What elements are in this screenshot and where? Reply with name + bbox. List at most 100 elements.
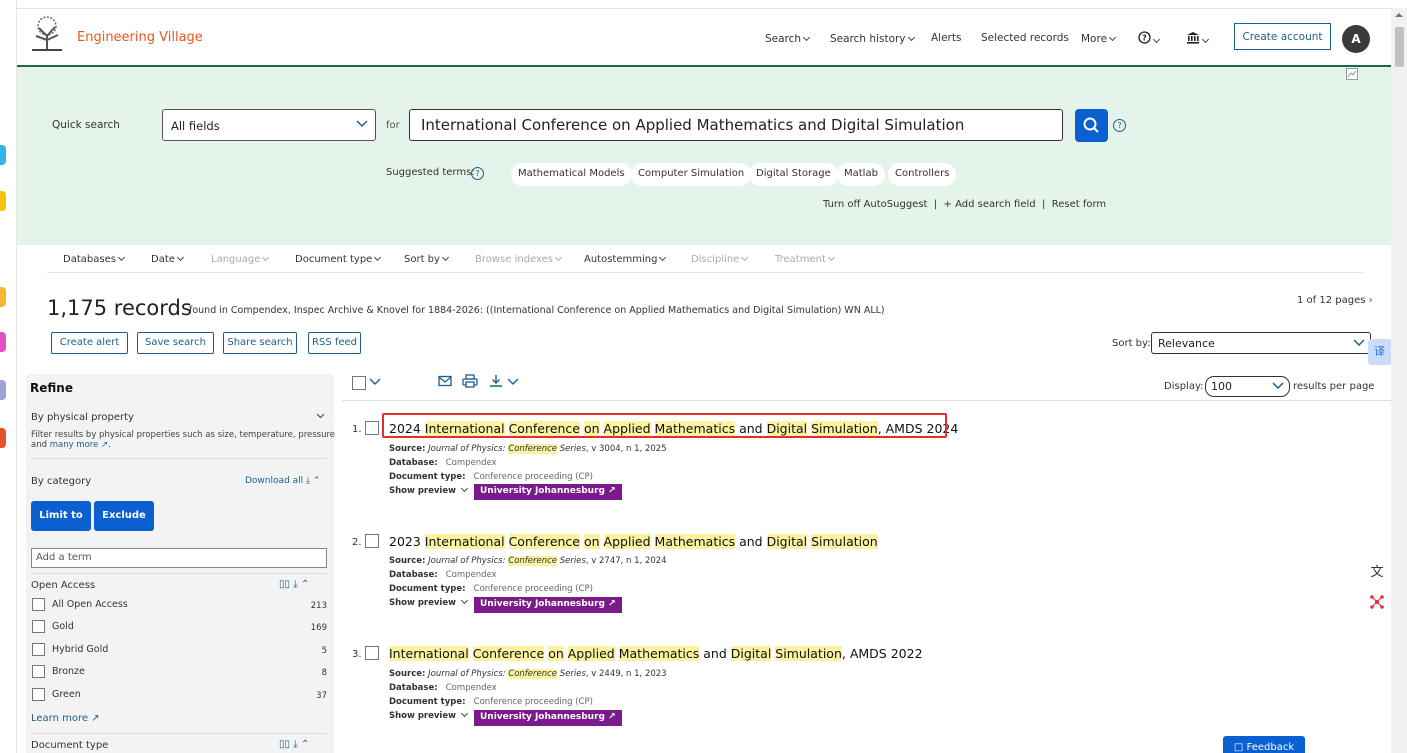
learn-more-link[interactable]: Learn more ↗ — [31, 713, 100, 724]
rss-feed-button[interactable]: RSS feed — [308, 332, 361, 354]
nav-search-history[interactable]: Search history — [830, 33, 915, 45]
scrollbar-thumb[interactable] — [1395, 27, 1404, 67]
suggested-term-chip[interactable]: Matlab — [837, 163, 885, 186]
show-preview-toggle[interactable]: Show preview — [389, 596, 468, 608]
show-preview-toggle[interactable]: Show preview — [389, 709, 468, 721]
dock-app-icon[interactable] — [0, 428, 6, 448]
chevron-down-icon — [741, 253, 749, 262]
university-access-badge[interactable]: University Johannesburg ↗ — [474, 597, 622, 613]
suggested-term-chip[interactable]: Controllers — [888, 163, 957, 186]
university-access-badge[interactable]: University Johannesburg ↗ — [474, 710, 622, 726]
show-preview-toggle[interactable]: Show preview — [389, 484, 468, 496]
sort-select[interactable]: Relevance — [1151, 332, 1371, 354]
oa-bronze-label: Bronze — [52, 666, 85, 677]
ai-assistant-icon[interactable] — [1369, 594, 1385, 610]
suggested-help-icon[interactable]: ? — [471, 167, 484, 180]
title-highlighted-term: International — [424, 534, 505, 549]
search-field-select[interactable]: All fields — [162, 109, 376, 141]
result-checkbox[interactable] — [365, 646, 379, 660]
limit-to-button[interactable]: Limit to — [31, 501, 91, 531]
select-all-checkbox[interactable] — [352, 376, 366, 390]
filter-discipline[interactable]: Discipline — [691, 253, 749, 265]
chart-icon[interactable]: ▯▯ — [279, 739, 290, 750]
exclude-button[interactable]: Exclude — [94, 501, 154, 531]
download-icon[interactable] — [489, 374, 503, 388]
suggested-term-chip[interactable]: Mathematical Models — [511, 163, 632, 186]
translate-tool-icon[interactable]: 文 — [1368, 561, 1386, 580]
chevron-up-icon[interactable]: ⌃ — [301, 739, 309, 750]
oa-all-checkbox[interactable] — [32, 598, 45, 611]
create-account-button[interactable]: Create account — [1234, 23, 1331, 50]
filter-document-type[interactable]: Document type — [295, 253, 382, 265]
nav-alerts[interactable]: Alerts — [931, 32, 961, 44]
external-link-icon: ↗ — [608, 712, 616, 722]
university-access-badge[interactable]: University Johannesburg ↗ — [474, 484, 622, 500]
filter-databases[interactable]: Databases — [63, 253, 125, 265]
filter-language[interactable]: Language — [211, 253, 270, 265]
oa-gold-count: 169 — [310, 623, 327, 633]
oa-green-checkbox[interactable] — [32, 688, 45, 701]
download-icon[interactable]: ⤓ — [293, 579, 297, 590]
search-input[interactable]: International Conference on Applied Math… — [409, 109, 1063, 141]
dock-app-icon[interactable] — [0, 145, 6, 165]
reset-form-link[interactable]: Reset form — [1052, 199, 1106, 210]
translate-icon[interactable]: 译 — [1368, 339, 1391, 365]
chevron-down-icon — [1108, 33, 1117, 42]
email-icon[interactable] — [438, 375, 452, 387]
filter-autostemming[interactable]: Autostemming — [584, 253, 667, 265]
chevron-right-icon[interactable]: › — [1369, 295, 1373, 306]
share-search-button[interactable]: Share search — [223, 332, 297, 354]
create-alert-button[interactable]: Create alert — [51, 332, 128, 354]
nav-more[interactable]: More — [1081, 33, 1117, 45]
chart-icon[interactable]: ▯▯ — [279, 579, 290, 590]
dock-app-icon[interactable] — [0, 191, 6, 211]
chevron-up-icon[interactable]: ⌃ — [301, 579, 309, 590]
print-icon[interactable] — [462, 374, 478, 388]
download-all-link[interactable]: Download all ⤓ ⌃ — [245, 476, 320, 486]
add-term-input[interactable]: Add a term — [31, 548, 327, 568]
many-more-link[interactable]: many more — [50, 440, 99, 450]
nav-selected-records[interactable]: Selected records — [981, 32, 1069, 44]
result-checkbox[interactable] — [365, 534, 379, 548]
filter-sort-by[interactable]: Sort by — [404, 253, 449, 265]
result-checkbox[interactable] — [365, 421, 379, 435]
filter-browse-indexes[interactable]: Browse indexes — [475, 253, 563, 265]
oa-bronze-checkbox[interactable] — [32, 665, 45, 678]
search-options-links: Turn off AutoSuggest | + Add search fiel… — [823, 199, 1107, 210]
oa-hybrid-gold-checkbox[interactable] — [32, 643, 45, 656]
result-database: Database: Compendex — [389, 458, 497, 468]
dock-app-icon[interactable] — [0, 380, 6, 400]
suggested-term-chip[interactable]: Digital Storage — [749, 163, 838, 186]
search-button[interactable] — [1075, 109, 1108, 142]
scroll-up-icon[interactable] — [1391, 8, 1407, 22]
chevron-down-icon[interactable] — [316, 413, 325, 419]
help-menu[interactable]: ? — [1138, 31, 1161, 47]
avatar[interactable]: A — [1342, 25, 1370, 53]
search-help-icon[interactable]: ? — [1113, 119, 1126, 132]
display-select[interactable]: 100 — [1205, 376, 1290, 397]
dock-app-icon[interactable] — [0, 287, 6, 307]
filter-treatment[interactable]: Treatment — [775, 253, 835, 265]
physical-property-heading[interactable]: By physical property — [31, 412, 134, 423]
pagination[interactable]: 1 of 12 pages › — [1297, 295, 1373, 306]
turn-off-autosuggest-link[interactable]: Turn off AutoSuggest — [823, 199, 927, 210]
download-icon[interactable]: ⤓ — [293, 739, 297, 750]
chevron-down-icon[interactable] — [369, 378, 381, 386]
chevron-up-icon[interactable]: ⌃ — [313, 476, 321, 486]
filter-date[interactable]: Date — [151, 253, 184, 265]
institution-menu[interactable] — [1186, 31, 1210, 47]
oa-gold-checkbox[interactable] — [32, 620, 45, 633]
dock-app-icon[interactable] — [0, 332, 6, 352]
result-title-link[interactable]: International Conference on Applied Math… — [389, 646, 923, 661]
broken-image-icon — [1346, 68, 1358, 80]
save-search-button[interactable]: Save search — [137, 332, 214, 354]
suggested-term-chip[interactable]: Computer Simulation — [631, 163, 752, 186]
add-search-field-link[interactable]: + Add search field — [944, 199, 1036, 210]
brand-name[interactable]: Engineering Village — [77, 30, 203, 45]
feedback-button[interactable]: □ Feedback — [1223, 736, 1305, 753]
result-title-link[interactable]: 2023 International Conference on Applied… — [389, 534, 878, 549]
title-highlighted-term: Digital — [766, 534, 808, 549]
nav-search[interactable]: Search — [765, 33, 811, 45]
scrollbar-track[interactable] — [1391, 8, 1407, 753]
chevron-down-icon[interactable] — [507, 378, 519, 386]
